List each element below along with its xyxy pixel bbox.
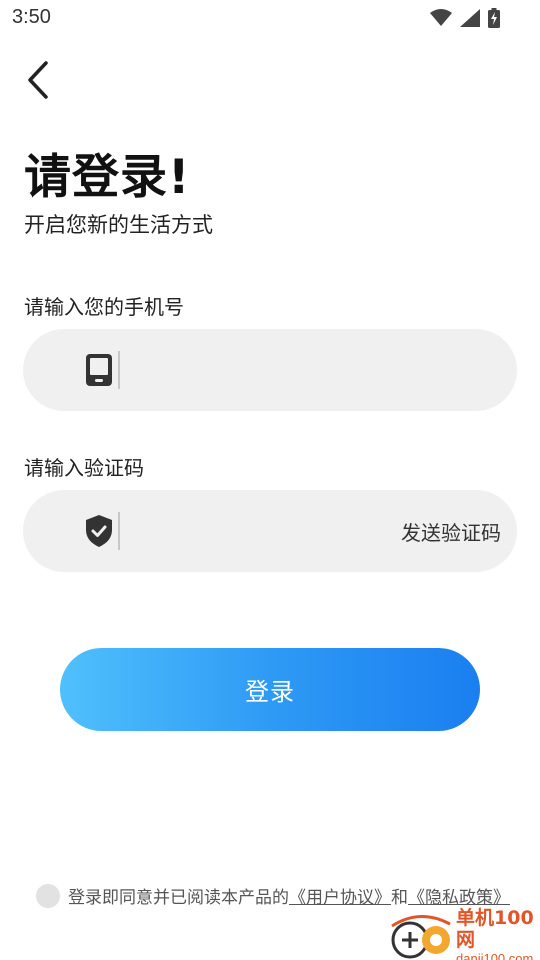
phone-field[interactable] xyxy=(23,329,517,411)
agreement-row: 登录即同意并已阅读本产品的 《用户协议》 和 《隐私政策》 xyxy=(36,883,510,908)
privacy-policy-link[interactable]: 《隐私政策》 xyxy=(408,883,510,908)
user-agreement-link[interactable]: 《用户协议》 xyxy=(289,883,391,908)
watermark-logo-icon xyxy=(390,914,454,960)
agreement-checkbox[interactable] xyxy=(36,883,60,908)
watermark-text: 单机100网 danji100.com xyxy=(456,907,540,960)
shield-check-icon xyxy=(83,515,115,547)
phone-input[interactable] xyxy=(131,345,375,397)
agreement-and-text: 和 xyxy=(391,888,408,908)
status-bar: 3:50 xyxy=(0,0,540,36)
phone-field-label: 请输入您的手机号 xyxy=(24,295,184,319)
page-title: 请登录! xyxy=(24,150,191,205)
code-field-label: 请输入验证码 xyxy=(24,456,144,480)
phone-icon xyxy=(83,354,115,386)
watermark-domain: danji100.com xyxy=(456,951,534,960)
status-icons xyxy=(430,8,500,32)
phone-field-divider xyxy=(118,351,120,389)
page-subtitle: 开启您新的生活方式 xyxy=(24,213,213,237)
send-code-button[interactable]: 发送验证码 xyxy=(401,517,501,546)
watermark-name: 单机100网 xyxy=(456,907,534,951)
agreement-text: 登录即同意并已阅读本产品的 xyxy=(68,888,289,908)
signal-icon xyxy=(460,9,480,31)
code-field[interactable]: 发送验证码 xyxy=(23,490,517,572)
back-button[interactable] xyxy=(20,60,56,104)
code-field-divider xyxy=(118,512,120,550)
status-time: 3:50 xyxy=(12,6,51,28)
chevron-left-icon xyxy=(26,60,50,104)
watermark: 单机100网 danji100.com xyxy=(390,907,540,960)
login-screen: 3:50 请登录! 开启您新的生活方式 请输入您的手机号 请输入验证码 发送验证… xyxy=(0,0,540,960)
verification-code-input[interactable] xyxy=(131,506,375,558)
battery-charging-icon xyxy=(488,8,500,32)
wifi-icon xyxy=(430,9,452,31)
login-button[interactable]: 登录 xyxy=(60,648,480,731)
